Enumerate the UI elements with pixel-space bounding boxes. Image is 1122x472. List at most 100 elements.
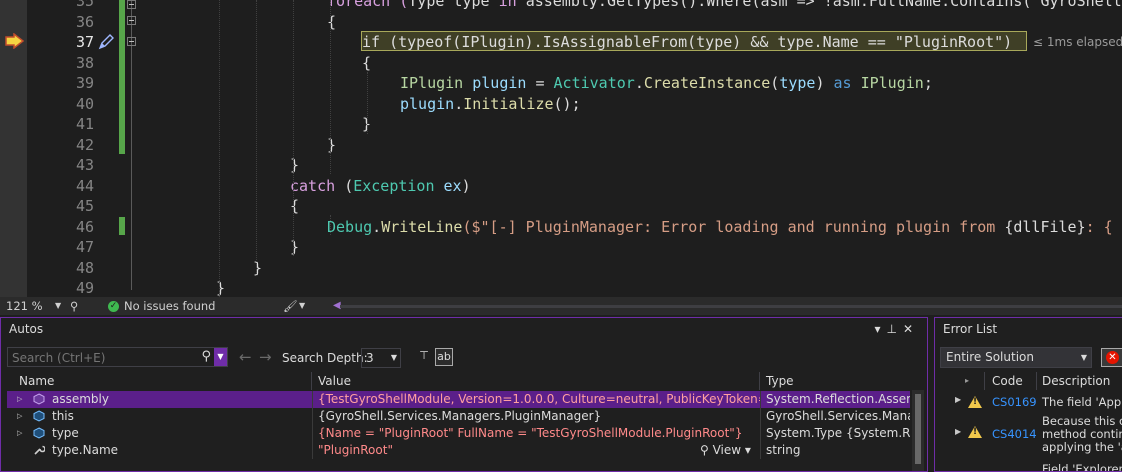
search-forward-icon[interactable]: →	[259, 348, 272, 366]
code-cleanup-icon[interactable]: 🖌	[283, 297, 298, 315]
code-token: ex	[443, 176, 462, 195]
search-back-icon[interactable]: ←	[239, 348, 252, 366]
collapse-toggle[interactable]	[127, 16, 136, 25]
error-description: The field 'App.H	[1042, 395, 1122, 409]
visualizer-button[interactable]: ⚲ View ▾	[700, 442, 751, 459]
autos-row[interactable]: ▷ this {GyroShell.Services.Managers.Plugin…	[7, 408, 910, 425]
code-line[interactable]: 36 {	[0, 12, 1122, 33]
autos-row[interactable]: type.Name "PluginRoot" ⚲ View ▾ string	[7, 442, 910, 459]
expand-all-icon[interactable]: ▸	[965, 372, 969, 390]
error-description: Field 'ExplorerM	[1042, 462, 1122, 472]
scrollbar-thumb[interactable]	[915, 394, 921, 464]
error-code-link[interactable]: CS0169	[992, 395, 1037, 409]
chevron-down-icon[interactable]: ▼	[55, 297, 61, 315]
code-line[interactable]: 40 plugin.Initialize();	[0, 94, 1122, 115]
code-token: }	[253, 258, 263, 277]
autos-row[interactable]: ▷ assembly {TestGyroShellModule, Version=1…	[7, 391, 910, 408]
code-token: .	[454, 94, 464, 113]
column-value[interactable]: Value	[312, 372, 760, 390]
column-code[interactable]: Code	[992, 372, 1023, 390]
line-number: 35	[75, 0, 94, 10]
code-token: Activator	[553, 74, 635, 92]
code-token: )	[815, 74, 834, 92]
close-icon[interactable]: ✕	[903, 322, 919, 336]
variable-value[interactable]: "PluginRoot"	[312, 442, 760, 459]
code-token: CreateInstance	[643, 74, 771, 92]
pin-icon[interactable]: ⊥	[886, 322, 902, 336]
format-values-icon[interactable]: ab	[435, 348, 453, 366]
code-token: as	[833, 74, 861, 92]
pin-to-source-icon[interactable]: ⊤	[415, 348, 433, 366]
autos-vertical-scrollbar[interactable]	[912, 390, 924, 471]
code-line[interactable]: 42}	[0, 135, 1122, 156]
search-depth-select[interactable]: 3 ▼	[361, 348, 401, 368]
collapse-toggle[interactable]	[127, 0, 136, 9]
error-row[interactable]: ▶ CS0169 The field 'App.H	[935, 395, 1122, 412]
error-row[interactable]: ▶ CS4014 Because this camethod continuappl…	[935, 414, 1122, 457]
error-scope-select[interactable]: Entire Solution ▼	[940, 347, 1092, 368]
autos-name-cell: ▷ this	[7, 408, 312, 425]
code-line[interactable]: 38 {	[0, 53, 1122, 74]
column-type[interactable]: Type	[760, 372, 910, 390]
column-description[interactable]: Description	[1042, 372, 1110, 390]
code-token: {dllFile}	[1004, 217, 1086, 236]
code-line[interactable]: 45 {	[0, 196, 1122, 217]
code-line[interactable]: 39 IPlugin plugin = Activator.CreateInsta…	[0, 73, 1122, 94]
code-line[interactable]: 46 Debug.WriteLine($"[-] PluginManager: E…	[0, 217, 1122, 238]
code-text: foreach (Type type in assembly.GetTypes(…	[327, 0, 1122, 12]
error-code-link[interactable]: CS4014	[992, 427, 1037, 441]
execution-pointer-icon[interactable]	[5, 33, 25, 49]
code-text: }	[216, 278, 225, 297]
autos-search-box[interactable]: ⚲ ▼	[7, 347, 228, 368]
search-icon[interactable]: ⚲	[201, 349, 211, 365]
line-number: 36	[75, 12, 94, 31]
expand-icon[interactable]: ▷	[17, 408, 22, 425]
code-text: }	[253, 258, 262, 279]
code-line[interactable]: 37 if (typeof(IPlugin).IsAssignableFrom(t…	[0, 32, 1122, 53]
chevron-down-icon[interactable]: ▼	[299, 297, 305, 315]
code-line[interactable]: 49}	[0, 278, 1122, 297]
variable-type: GyroShell.Services.Manag...	[760, 408, 910, 425]
zoom-level[interactable]: 121 %	[6, 297, 43, 315]
horizontal-scrollbar[interactable]	[340, 305, 1122, 308]
indent-guide	[330, 215, 331, 235]
class-icon	[33, 410, 45, 422]
error-row[interactable]: Field 'ExplorerM	[935, 462, 1122, 472]
search-options-dropdown[interactable]: ▼	[214, 348, 227, 366]
code-token: }	[327, 135, 337, 154]
perf-tip[interactable]: ≤ 1ms elapsed	[1033, 32, 1122, 52]
code-line[interactable]: 48}	[0, 258, 1122, 279]
expand-icon[interactable]: ▶	[955, 395, 961, 404]
code-line[interactable]: 41}	[0, 114, 1122, 135]
error-scope-value: Entire Solution	[946, 350, 1034, 364]
issues-indicator[interactable]: ✓ No issues found	[108, 297, 215, 315]
column-name[interactable]: Name	[7, 372, 312, 390]
code-editor[interactable]: 35 foreach (Type type in assembly.GetType…	[0, 0, 1122, 297]
line-number: 37	[75, 33, 94, 51]
variable-value[interactable]: {TestGyroShellModule, Version=1.0.0.0, C…	[312, 391, 760, 408]
window-menu-icon[interactable]: ▾	[874, 322, 886, 336]
code-line[interactable]: 44 catch (Exception ex)	[0, 176, 1122, 197]
errors-filter-button[interactable]: ✕	[1101, 348, 1122, 367]
autos-search-input[interactable]	[8, 348, 204, 368]
autos-row[interactable]: ▷ type {Name = "PluginRoot" FullName = "Te…	[7, 425, 910, 442]
code-token: Exception	[353, 176, 444, 195]
expand-icon[interactable]: ▷	[17, 425, 22, 442]
code-text: plugin.Initialize();	[400, 94, 581, 115]
expand-icon[interactable]: ▷	[17, 391, 22, 408]
code-line[interactable]: 47}	[0, 237, 1122, 258]
collapse-toggle[interactable]	[127, 37, 136, 46]
expand-icon[interactable]: ▶	[955, 427, 961, 436]
wrench-icon	[33, 444, 46, 456]
code-token: catch	[290, 176, 345, 195]
code-token: ();	[553, 94, 581, 113]
code-line[interactable]: 43}	[0, 155, 1122, 176]
code-text: }	[290, 155, 299, 176]
code-line[interactable]: 35 foreach (Type type in assembly.GetType…	[0, 0, 1122, 12]
git-icon[interactable]: ⚲	[70, 297, 78, 315]
variable-value[interactable]: {Name = "PluginRoot" FullName = "TestGyr…	[312, 425, 760, 442]
edit-and-continue-icon[interactable]	[97, 33, 115, 51]
line-number: 43	[75, 156, 94, 174]
variable-value[interactable]: {GyroShell.Services.Managers.PluginManag…	[312, 408, 760, 425]
code-text: if (typeof(IPlugin).IsAssignableFrom(typ…	[362, 32, 1012, 53]
